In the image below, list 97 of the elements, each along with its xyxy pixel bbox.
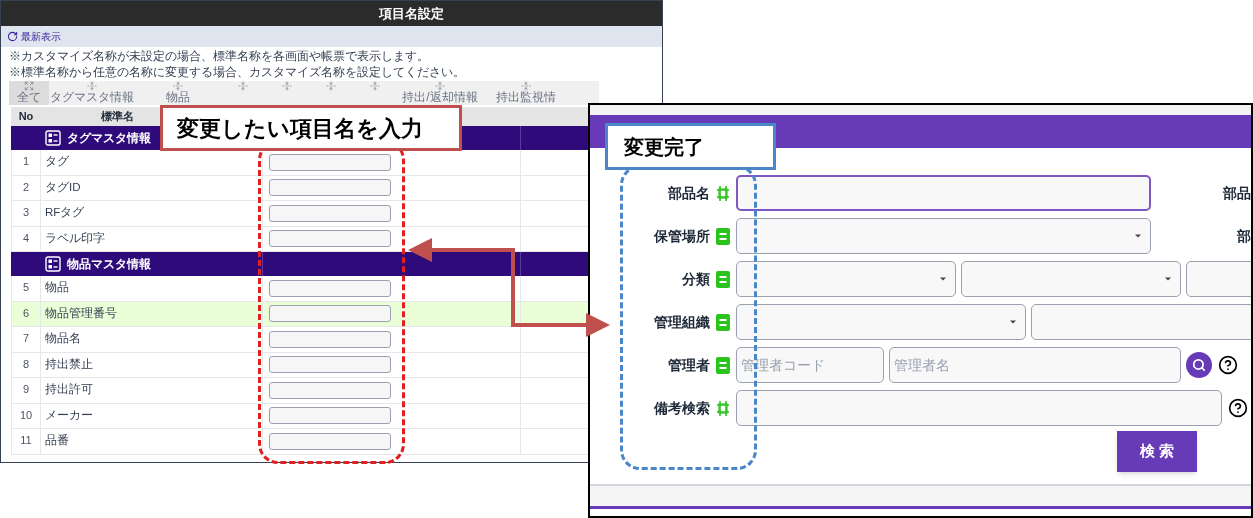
custom-name-field[interactable] (269, 153, 391, 171)
input-field[interactable] (1186, 261, 1251, 297)
field-label: 部 (1237, 226, 1251, 246)
select-field[interactable] (736, 261, 956, 297)
field-label: 保管場所 (653, 226, 711, 246)
row-number: 1 (11, 150, 41, 175)
toolbar-tab[interactable]: 全て (9, 81, 49, 105)
section-icon (370, 81, 380, 91)
section-icon (238, 81, 248, 91)
custom-name-field[interactable] (269, 381, 391, 399)
field-label: 管理組織 (653, 312, 711, 332)
table-row[interactable]: 3 RFタグ (11, 201, 591, 227)
table-row[interactable]: 11 品番 (11, 429, 591, 455)
standard-name-cell: ラベル印字 (41, 226, 263, 251)
input-field[interactable]: 管理者名 (889, 347, 1181, 383)
custom-name-field[interactable] (269, 330, 391, 348)
expand-icon (24, 81, 34, 91)
toolbar-tab[interactable]: タグマスタ情報 (49, 81, 135, 105)
field-label: 部品 (1223, 183, 1251, 203)
window-title: 項目名設定 (379, 4, 444, 23)
custom-name-field[interactable] (269, 356, 391, 374)
standard-name-cell: 物品名 (41, 327, 263, 352)
refresh-button[interactable]: 最新表示 (7, 29, 61, 44)
field-label: 管理者 (667, 355, 711, 375)
standard-name-cell: 物品管理番号 (41, 301, 263, 326)
row-number: 2 (11, 175, 41, 200)
toolbar-tab[interactable]: 物品 (135, 81, 221, 105)
refresh-icon (7, 31, 18, 42)
select-field[interactable] (961, 261, 1181, 297)
table-row[interactable]: 1 タグ (11, 150, 591, 176)
note-text: ※カスタマイズ名称が未設定の場合、標準名称を各画面や帳票で表示します。 (9, 49, 430, 63)
row-number: 10 (11, 403, 41, 428)
section-icon (282, 81, 292, 91)
custom-name-field[interactable] (269, 407, 391, 425)
field-label: 分類 (681, 269, 711, 289)
help-icon[interactable] (1218, 355, 1238, 375)
section-icon (173, 81, 183, 91)
search-button[interactable] (1186, 352, 1212, 378)
equals-icon (716, 313, 730, 331)
search-icon (1192, 358, 1206, 372)
custom-name-field[interactable] (269, 432, 391, 450)
table-row[interactable]: 5 物品 (11, 276, 591, 302)
row-number: 9 (11, 378, 41, 403)
table-row[interactable]: 10 メーカー (11, 403, 591, 429)
row-number: 7 (11, 327, 41, 352)
column-header: No (17, 109, 35, 125)
input-field[interactable] (1031, 304, 1251, 340)
select-field[interactable] (736, 218, 1151, 254)
custom-name-field[interactable] (269, 305, 391, 323)
standard-name-cell: RFタグ (41, 201, 263, 226)
standard-name-cell: 持出許可 (41, 378, 263, 403)
table-row[interactable]: 7 物品名 (11, 327, 591, 353)
equals-icon (716, 356, 730, 374)
section-icon (326, 81, 336, 91)
partial-match-icon (716, 399, 730, 417)
standard-name-cell: 物品 (41, 276, 263, 301)
table-row[interactable]: 2 タグID (11, 175, 591, 201)
equals-icon (716, 227, 730, 245)
row-number: 4 (11, 226, 41, 251)
custom-name-field[interactable] (269, 279, 391, 297)
custom-name-field[interactable] (269, 179, 391, 197)
row-number: 5 (11, 276, 41, 301)
row-number: 11 (11, 429, 41, 454)
standard-name-cell: 品番 (41, 429, 263, 454)
standard-name-cell: 持出禁止 (41, 352, 263, 377)
field-label: 備考検索 (653, 398, 711, 418)
row-number: 8 (11, 352, 41, 377)
custom-name-field[interactable] (269, 230, 391, 248)
section-icon (87, 81, 97, 91)
toolbar-tab[interactable]: 持出/返却情報 (397, 81, 483, 105)
table-row[interactable]: 8 持出禁止 (11, 352, 591, 378)
callout-label: 変更完了 (605, 123, 776, 170)
field-label: 部品名 (667, 183, 711, 203)
input-field[interactable] (736, 390, 1222, 426)
equals-icon (716, 270, 730, 288)
toolbar-tab[interactable]: 持出監視情 (483, 81, 569, 105)
section-icon (435, 81, 445, 91)
partial-match-icon (716, 184, 730, 202)
section-icon (521, 81, 531, 91)
custom-name-field[interactable] (269, 204, 391, 222)
column-header: 標準名 (100, 109, 134, 125)
table-row[interactable]: 9 持出許可 (11, 378, 591, 404)
note-text: ※標準名称から任意の名称に変更する場合、カスタマイズ名称を設定してください。 (9, 65, 466, 79)
select-field[interactable] (736, 304, 1026, 340)
input-field[interactable]: 管理者コード (736, 347, 884, 383)
standard-name-cell: タグID (41, 175, 263, 200)
row-number: 6 (11, 301, 41, 326)
input-field[interactable] (736, 175, 1151, 211)
group-title: タグマスタ情報 (67, 130, 151, 147)
list-icon (45, 256, 61, 272)
standard-name-cell: メーカー (41, 403, 263, 428)
list-icon (45, 130, 61, 146)
group-title: 物品マスタ情報 (67, 256, 151, 273)
row-number: 3 (11, 201, 41, 226)
help-icon[interactable] (1228, 398, 1248, 418)
search-submit-button[interactable]: 検 索 (1117, 431, 1197, 472)
callout-label: 変更したい項目名を入力 (160, 105, 462, 151)
